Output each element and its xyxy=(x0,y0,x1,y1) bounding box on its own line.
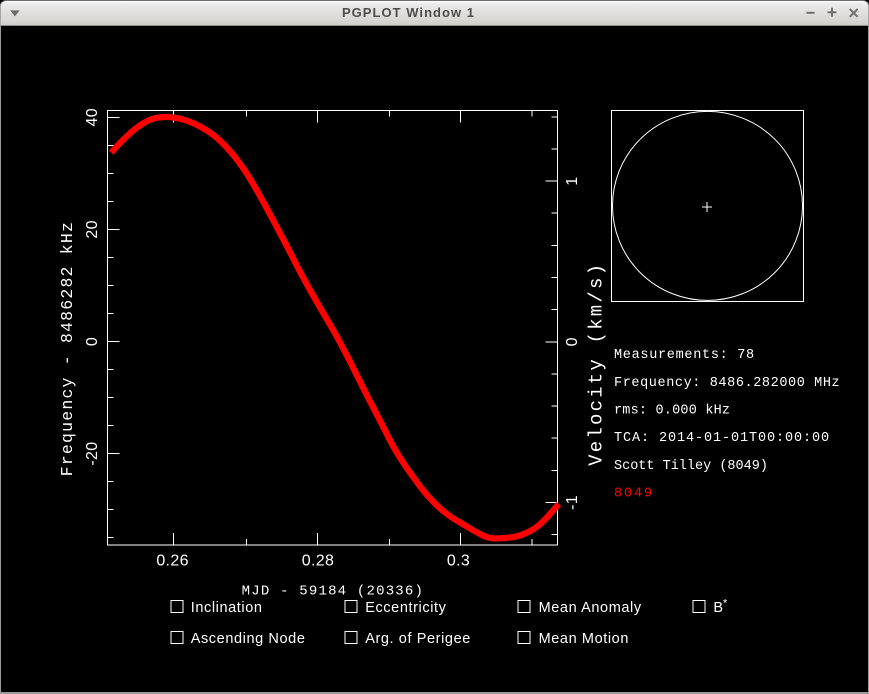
svg-text:Mean Motion: Mean Motion xyxy=(539,631,629,647)
svg-text:Frequency: 8486.282000 MHz: Frequency: 8486.282000 MHz xyxy=(614,376,840,391)
svg-text:Measurements: 78: Measurements: 78 xyxy=(614,348,755,363)
svg-text:Mean Anomaly: Mean Anomaly xyxy=(539,600,642,616)
svg-text:0.3: 0.3 xyxy=(447,552,470,569)
svg-text:Scott Tilley (8049): Scott Tilley (8049) xyxy=(614,459,768,474)
svg-text:Frequency - 8486282 kHz: Frequency - 8486282 kHz xyxy=(58,221,77,476)
svg-text:20: 20 xyxy=(84,220,101,238)
svg-text:-1: -1 xyxy=(564,495,581,510)
svg-text:0: 0 xyxy=(84,337,101,346)
svg-text:Velocity (km/s): Velocity (km/s) xyxy=(586,262,608,466)
svg-text:Eccentricity: Eccentricity xyxy=(365,600,446,616)
svg-text:0.26: 0.26 xyxy=(156,552,189,569)
svg-text:8049: 8049 xyxy=(614,487,654,502)
svg-text:0.28: 0.28 xyxy=(302,552,335,569)
svg-text:40: 40 xyxy=(84,108,101,126)
svg-text:MJD - 59184 (20336): MJD - 59184 (20336) xyxy=(242,583,424,599)
svg-text:*: * xyxy=(723,598,728,610)
svg-text:Ascending Node: Ascending Node xyxy=(191,631,306,647)
svg-text:TCA: 2014-01-01T00:00:00: TCA: 2014-01-01T00:00:00 xyxy=(614,431,830,446)
svg-text:0: 0 xyxy=(564,337,581,346)
svg-text:rms: 0.000 kHz: rms: 0.000 kHz xyxy=(614,404,730,419)
svg-text:1: 1 xyxy=(564,176,581,185)
svg-text:Inclination: Inclination xyxy=(191,600,263,616)
svg-text:-20: -20 xyxy=(84,442,101,466)
svg-text:Arg. of Perigee: Arg. of Perigee xyxy=(365,631,471,647)
